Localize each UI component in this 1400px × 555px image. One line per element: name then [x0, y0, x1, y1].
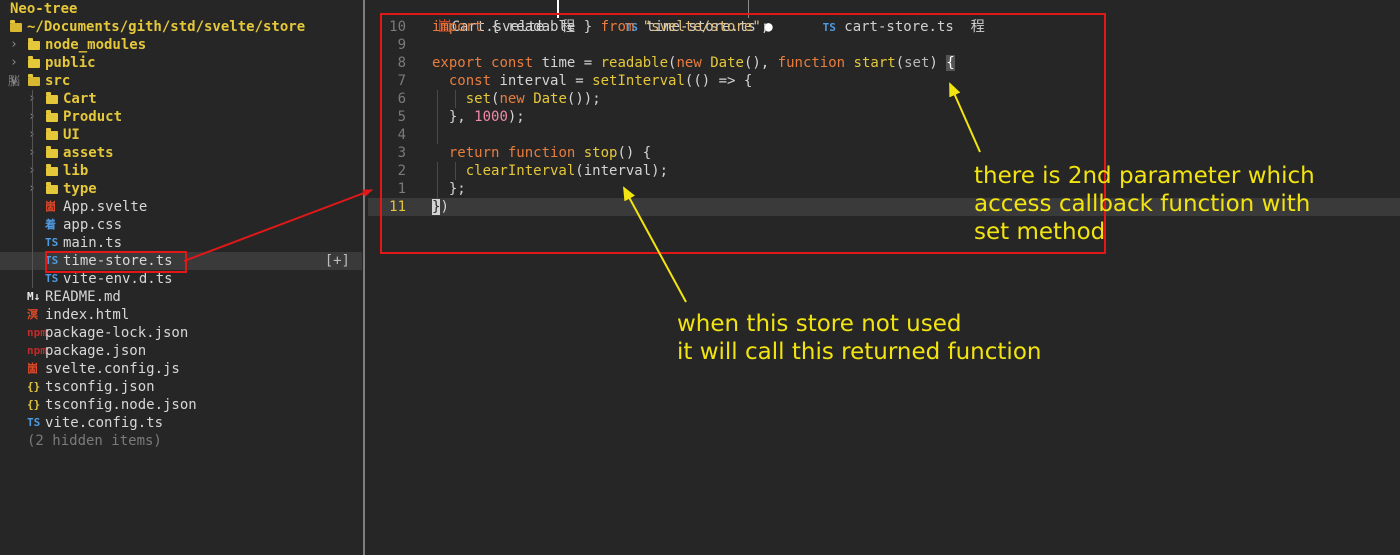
json-file-icon: {} — [27, 398, 41, 411]
md-file-icon: M↓ — [27, 290, 41, 303]
tree-item[interactable]: › node_modules — [0, 36, 362, 54]
window-divider[interactable] — [363, 0, 365, 555]
tree-item[interactable]: 崮 svelte.config.js — [0, 360, 362, 378]
tree-item-label: assets — [63, 145, 114, 161]
tree-item[interactable]: 脳 ∨ src — [0, 72, 362, 90]
ts-file-icon: TS — [45, 236, 59, 249]
selection-highlight-box — [45, 251, 187, 273]
tree-item-label: Cart — [63, 91, 97, 107]
tree-item-label: README.md — [45, 289, 121, 305]
json-file-icon: {} — [27, 380, 41, 393]
tree-item-label: package.json — [45, 343, 147, 359]
chevron-right-icon[interactable]: › — [10, 54, 18, 72]
tree-item-label: App.svelte — [63, 199, 148, 215]
annotation-stop-function: when this store not used it will call th… — [677, 311, 1042, 365]
folder-icon — [28, 74, 40, 86]
tree-item[interactable]: ›UI — [0, 126, 362, 144]
tree-item[interactable]: 着 app.css — [0, 216, 362, 234]
css-file-icon: 着 — [45, 218, 56, 231]
tree-item[interactable]: {} tsconfig.node.json — [0, 396, 362, 414]
folder-icon — [46, 128, 58, 140]
tree-item-label: package-lock.json — [45, 325, 189, 341]
folder-icon — [46, 164, 58, 176]
folder-icon — [28, 56, 40, 68]
folder-open-icon — [10, 20, 22, 32]
folder-icon — [46, 110, 58, 122]
tree-root-row[interactable]: ~/Documents/gith/std/svelte/store — [0, 18, 362, 36]
tree-item-label: tsconfig.node.json — [45, 397, 197, 413]
tree-item-label: public — [45, 55, 96, 71]
tree-item[interactable]: 崮 App.svelte — [0, 198, 362, 216]
tree-item[interactable]: ›lib — [0, 162, 362, 180]
tree-item[interactable]: (2 hidden items) — [0, 432, 362, 450]
folder-icon — [46, 146, 58, 158]
hidden-items-label: (2 hidden items) — [27, 433, 162, 449]
npm-file-icon: npm — [27, 344, 47, 357]
chevron-right-icon[interactable]: › — [10, 36, 18, 54]
folder-icon — [46, 92, 58, 104]
html-file-icon: 溟 — [27, 308, 38, 321]
tree-item-label: Product — [63, 109, 123, 125]
tree-item[interactable]: ›type — [0, 180, 362, 198]
tree-item-label: src — [45, 73, 71, 89]
svelte-file-icon: 崮 — [45, 200, 56, 213]
tree-item[interactable]: ›assets — [0, 144, 362, 162]
tree-item[interactable]: M↓ README.md — [0, 288, 362, 306]
indent-guide — [32, 90, 33, 288]
tree-item-label: svelte.config.js — [45, 361, 180, 377]
folder-icon — [46, 182, 58, 194]
tree-item[interactable]: TS main.ts — [0, 234, 362, 252]
tree-item-label: type — [63, 181, 97, 197]
tree-item-label: UI — [63, 127, 80, 143]
tree-item-label: index.html — [45, 307, 130, 323]
ts-file-icon: TS — [27, 416, 41, 429]
tree-item[interactable]: ›Product — [0, 108, 362, 126]
modified-indicator: [+] — [324, 253, 350, 269]
tree-item[interactable]: › public — [0, 54, 362, 72]
tree-item[interactable]: 溟 index.html — [0, 306, 362, 324]
root-path: ~/Documents/gith/std/svelte/store — [27, 19, 306, 35]
npm-file-icon: npm — [27, 326, 47, 339]
chevron-down-icon[interactable]: ∨ — [10, 72, 18, 90]
file-explorer: Neo-tree ~/Documents/gith/std/svelte/sto… — [0, 0, 364, 555]
tree-item[interactable]: ›Cart — [0, 90, 362, 108]
tree-item-label: app.css — [63, 217, 123, 233]
svelte-file-icon: 崮 — [27, 362, 38, 375]
tree-item[interactable]: npm package-lock.json — [0, 324, 362, 342]
tree-item-label: node_modules — [45, 37, 147, 53]
explorer-title: Neo-tree — [10, 1, 78, 17]
app-root: Neo-tree ~/Documents/gith/std/svelte/sto… — [0, 0, 1400, 555]
tree-item-label: main.ts — [63, 235, 123, 251]
tree-item-label: tsconfig.json — [45, 379, 155, 395]
tree-item[interactable]: {} tsconfig.json — [0, 378, 362, 396]
tree-item-label: lib — [63, 163, 89, 179]
folder-icon — [28, 38, 40, 50]
tree-item-label: vite.config.ts — [45, 415, 164, 431]
tree-item[interactable]: TS vite.config.ts — [0, 414, 362, 432]
annotation-set-parameter: there is 2nd parameter which access call… — [974, 163, 1315, 245]
tree-item[interactable]: npm package.json — [0, 342, 362, 360]
